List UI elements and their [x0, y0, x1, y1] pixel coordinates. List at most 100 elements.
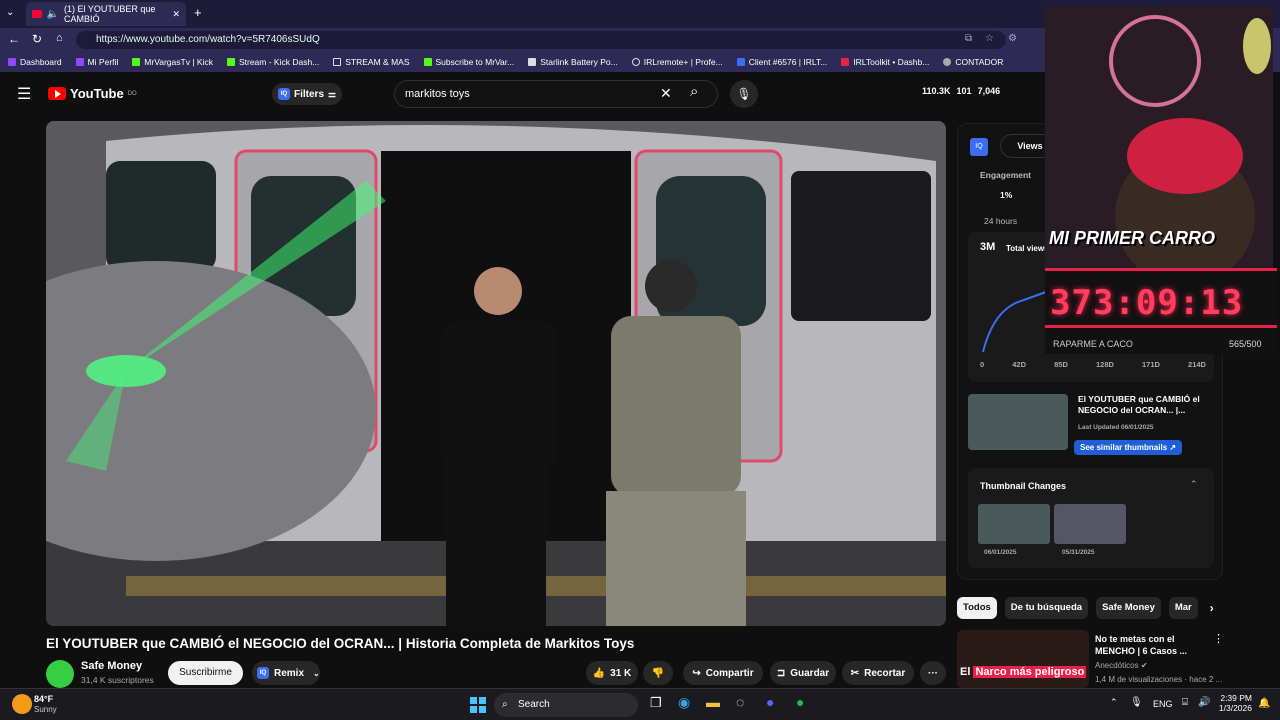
- weather-temp: 84°F: [34, 694, 54, 704]
- more-actions-icon[interactable]: ···: [920, 661, 946, 685]
- youtube-logo[interactable]: YouTube DO: [48, 86, 137, 101]
- channel-avatar[interactable]: [46, 660, 74, 688]
- home-icon[interactable]: ⌂: [56, 32, 63, 44]
- total-views-label: Total views: [1006, 244, 1049, 253]
- taskbar-search[interactable]: ⌕ Search: [494, 693, 638, 717]
- tab-list-chevron-icon[interactable]: ⌄: [6, 7, 14, 18]
- thumbnail-change-item[interactable]: [978, 504, 1050, 544]
- spotify-icon[interactable]: ●: [796, 694, 804, 710]
- volume-icon[interactable]: 🔊: [1198, 697, 1210, 708]
- open-in-app-icon[interactable]: ⧉: [965, 33, 972, 44]
- tray-chevron-icon[interactable]: ⌃: [1110, 697, 1118, 708]
- external-link-icon: ↗: [1169, 443, 1177, 452]
- favorite-star-icon[interactable]: ☆: [985, 33, 994, 44]
- dislike-button[interactable]: 👎: [643, 661, 673, 685]
- recommended-thumbnail[interactable]: El Narco más peligroso: [957, 630, 1089, 688]
- microphone-tray-icon[interactable]: 🎙: [1130, 697, 1143, 708]
- more-vert-icon[interactable]: ⋮: [1213, 632, 1224, 645]
- share-button[interactable]: ↪ Compartir: [683, 661, 763, 685]
- subs-stat: 7,046: [977, 86, 1001, 96]
- bookmark-item[interactable]: IRLToolkit • Dashb...: [841, 57, 929, 67]
- x-tick: 214D: [1188, 360, 1206, 369]
- bookmark-item[interactable]: Mi Perfil: [75, 57, 118, 67]
- menu-hamburger-icon[interactable]: ☰: [17, 84, 31, 104]
- tab-close-icon[interactable]: ✕: [172, 9, 180, 20]
- windows-start-icon[interactable]: [470, 697, 486, 713]
- channel-subscribers: 31,4 K suscriptores: [81, 675, 154, 685]
- bookmark-item[interactable]: MrVargasTv | Kick: [132, 57, 213, 67]
- subscribe-button[interactable]: Suscribirme: [168, 661, 243, 685]
- youtube-header: ☰ YouTube DO IQ Filters ⚌ markitos toys …: [0, 72, 1045, 116]
- stream-timer-overlay: 373:09:13 RAPARME A CACO 565/500: [1045, 268, 1277, 354]
- app-icon[interactable]: ◌: [736, 694, 744, 710]
- reload-icon[interactable]: ↻: [32, 32, 42, 46]
- filter-chips: Todos De tu búsqueda Safe Money Mar ›: [957, 597, 1218, 619]
- see-similar-thumbnails-button[interactable]: See similar thumbnails ↗: [1074, 440, 1183, 455]
- recommended-channel: Anecdóticos ✔: [1095, 661, 1148, 670]
- new-tab-icon[interactable]: +: [194, 5, 202, 20]
- x-tick: 0: [980, 360, 985, 369]
- collapse-chevron-icon[interactable]: ⌃: [1190, 479, 1198, 490]
- bookmark-item[interactable]: Stream - Kick Dash...: [226, 57, 319, 67]
- bookmark-item[interactable]: CONTADOR: [943, 57, 1003, 67]
- thumbnail-changes-card: Thumbnail Changes ⌃ 06/01/2025 05/31/202…: [968, 468, 1214, 568]
- timer-divider: [1045, 325, 1277, 328]
- extensions-icon[interactable]: ⚙: [1008, 33, 1017, 44]
- recommended-video[interactable]: El Narco más peligroso No te metas con e…: [957, 630, 1224, 688]
- x-tick: 85D: [1054, 360, 1068, 369]
- chart-x-axis: 0 42D 85D 128D 171D 214D: [980, 360, 1206, 369]
- goal-progress: 565/500: [1229, 339, 1262, 349]
- discord-icon[interactable]: ●: [766, 694, 774, 710]
- bookmark-item[interactable]: STREAM & MAS: [333, 57, 410, 67]
- chip-channel[interactable]: Safe Money: [1096, 597, 1161, 619]
- thumbnail-change-item[interactable]: [1054, 504, 1126, 544]
- file-explorer-icon[interactable]: ▬: [706, 694, 720, 710]
- bookmark-item[interactable]: IRLremote+ | Profe...: [631, 57, 723, 67]
- bookmark-item[interactable]: Subscribe to MrVar...: [423, 57, 514, 67]
- search-icon: ⌕: [502, 699, 508, 710]
- clock[interactable]: 2:39 PM 1/3/2026: [1214, 693, 1252, 713]
- thumbs-down-icon: 👎: [651, 667, 665, 679]
- save-button[interactable]: ⊐ Guardar: [770, 661, 836, 685]
- search-icon[interactable]: ⌕: [690, 83, 698, 100]
- engagement-value: 1%: [1000, 190, 1013, 200]
- bookmark-item[interactable]: Dashboard: [8, 57, 62, 67]
- recommended-meta: 1,4 M de visualizaciones · hace 2 ...: [1095, 675, 1223, 684]
- like-button[interactable]: 👍 31 K: [586, 661, 638, 685]
- language-indicator[interactable]: ENG: [1153, 699, 1173, 709]
- task-view-icon[interactable]: ❐: [650, 695, 662, 711]
- thumbs-up-icon: 👍: [592, 667, 606, 679]
- chip-from-search[interactable]: De tu búsqueda: [1004, 597, 1089, 619]
- chip-all[interactable]: Todos: [957, 597, 997, 619]
- url-field[interactable]: https://www.youtube.com/watch?v=5R7406sS…: [76, 31, 1006, 49]
- edge-icon[interactable]: ◉: [678, 694, 690, 711]
- chip-more[interactable]: Mar: [1168, 597, 1198, 619]
- x-tick: 171D: [1142, 360, 1160, 369]
- period-selector[interactable]: 24 hours: [984, 216, 1017, 226]
- bookmark-icon: ⊐: [776, 667, 786, 679]
- back-icon[interactable]: ←: [8, 32, 20, 46]
- bookmark-item[interactable]: Starlink Battery Po...: [528, 57, 618, 67]
- weather-sun-icon[interactable]: [12, 694, 32, 714]
- notifications-icon[interactable]: 🔔: [1258, 698, 1270, 709]
- chips-next-icon[interactable]: ›: [1206, 597, 1218, 619]
- browser-tab-active[interactable]: 🔈 (1) El YOUTUBER que CAMBIÓ ✕: [26, 2, 186, 26]
- network-icon[interactable]: ⌸: [1182, 697, 1188, 708]
- clip-button[interactable]: ✂ Recortar: [842, 661, 914, 685]
- iq-icon: IQ: [278, 88, 290, 100]
- remix-button[interactable]: IQ Remix ⌄: [252, 661, 320, 685]
- video-player[interactable]: [46, 121, 946, 626]
- microphone-icon[interactable]: 🎙: [730, 80, 758, 108]
- goal-label: RAPARME A CACO: [1053, 339, 1133, 349]
- clear-search-icon[interactable]: ✕: [660, 85, 672, 102]
- recommended-title: No te metas con el MENCHO | 6 Casos ...: [1095, 634, 1188, 656]
- filters-button[interactable]: IQ Filters ⚌: [272, 83, 342, 105]
- bookmark-item[interactable]: Client #6576 | IRLT...: [736, 57, 827, 67]
- streamer-webcam-overlay: MI PRIMER CARRO: [1045, 6, 1273, 268]
- youtube-play-icon: [48, 87, 66, 100]
- channel-name[interactable]: Safe Money: [81, 660, 142, 672]
- speaker-icon[interactable]: 🔈: [47, 9, 59, 20]
- engagement-label: Engagement: [980, 170, 1032, 180]
- current-thumbnail[interactable]: [968, 394, 1068, 450]
- sliders-icon: ⚌: [328, 88, 337, 99]
